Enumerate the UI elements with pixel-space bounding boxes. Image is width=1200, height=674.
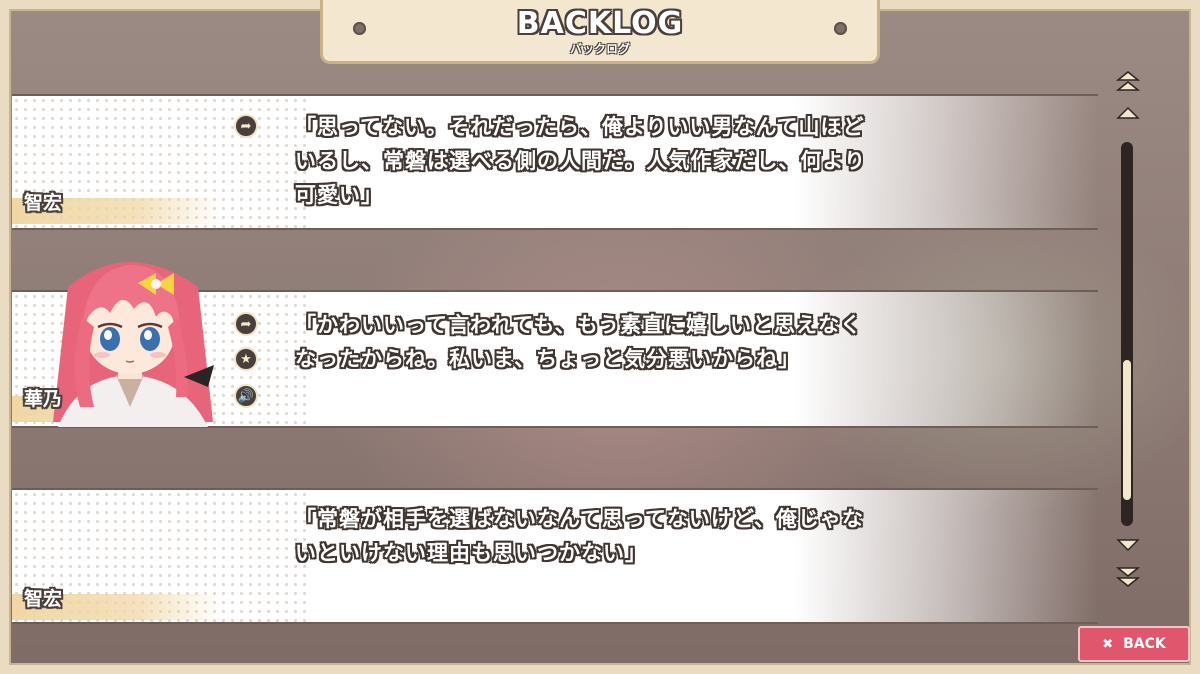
dialogue-text: 「かわいいって言われても、もう素直に嬉しいと思えなく なったからね。私いま、ちょ… [295, 308, 945, 376]
header-tab: BACKLOG バックログ [320, 0, 880, 64]
scroll-down-icon[interactable] [1116, 538, 1140, 552]
character-portrait [38, 247, 223, 427]
dialogue-line: なったからね。私いま、ちょっと気分悪いからね」 [295, 347, 801, 371]
scroll-top-icon[interactable] [1116, 70, 1140, 92]
scroll-up-icon[interactable] [1116, 106, 1140, 120]
page-subtitle: バックログ [569, 42, 630, 56]
dialogue-text: 「思ってない。それだったら、俺よりいい男なんて山ほど いるし、常磐は選べる側の人… [295, 110, 945, 212]
back-button[interactable]: ✖ BACK [1078, 626, 1190, 662]
dialogue-line: 「かわいいって言われても、もう素直に嬉しいと思えなく [295, 313, 862, 337]
close-icon: ✖ [1102, 636, 1114, 652]
page-title: BACKLOG [516, 6, 684, 41]
back-button-label: BACK [1123, 636, 1166, 652]
dialogue-line: 可愛い」 [295, 183, 383, 207]
voice-icon[interactable]: 🔊 [234, 384, 258, 408]
log-entry[interactable]: 智宏 ➦ 「思ってない。それだったら、俺よりいい男なんて山ほど いるし、常磐は選… [12, 94, 1098, 230]
dialogue-line: いるし、常磐は選べる側の人間だ。人気作家だし、何より [295, 149, 866, 173]
dialogue-line: いといけない理由も思いつかない」 [295, 541, 647, 565]
dialogue-line: 「常磐が相手を選ばないなんて思ってないけど、俺じゃな [295, 507, 864, 531]
dialogue-line: 「思ってない。それだったら、俺よりいい男なんて山ほど [295, 115, 865, 139]
scroll-bottom-icon[interactable] [1116, 566, 1140, 588]
speaker-name: 智宏 [24, 192, 63, 214]
star-icon[interactable]: ★ [234, 347, 258, 371]
log-entry[interactable]: 智宏 「常磐が相手を選ばないなんて思ってないけど、俺じゃな いといけない理由も思… [12, 488, 1098, 624]
scrollbar-track[interactable] [1121, 142, 1133, 526]
dialogue-text: 「常磐が相手を選ばないなんて思ってないけど、俺じゃな いといけない理由も思いつか… [295, 502, 945, 570]
jump-icon[interactable]: ➦ [234, 312, 258, 336]
speaker-name: 華乃 [24, 388, 63, 410]
speaker-name: 智宏 [24, 588, 63, 610]
scrollbar-thumb[interactable] [1121, 358, 1133, 502]
jump-icon[interactable]: ➦ [234, 114, 258, 138]
